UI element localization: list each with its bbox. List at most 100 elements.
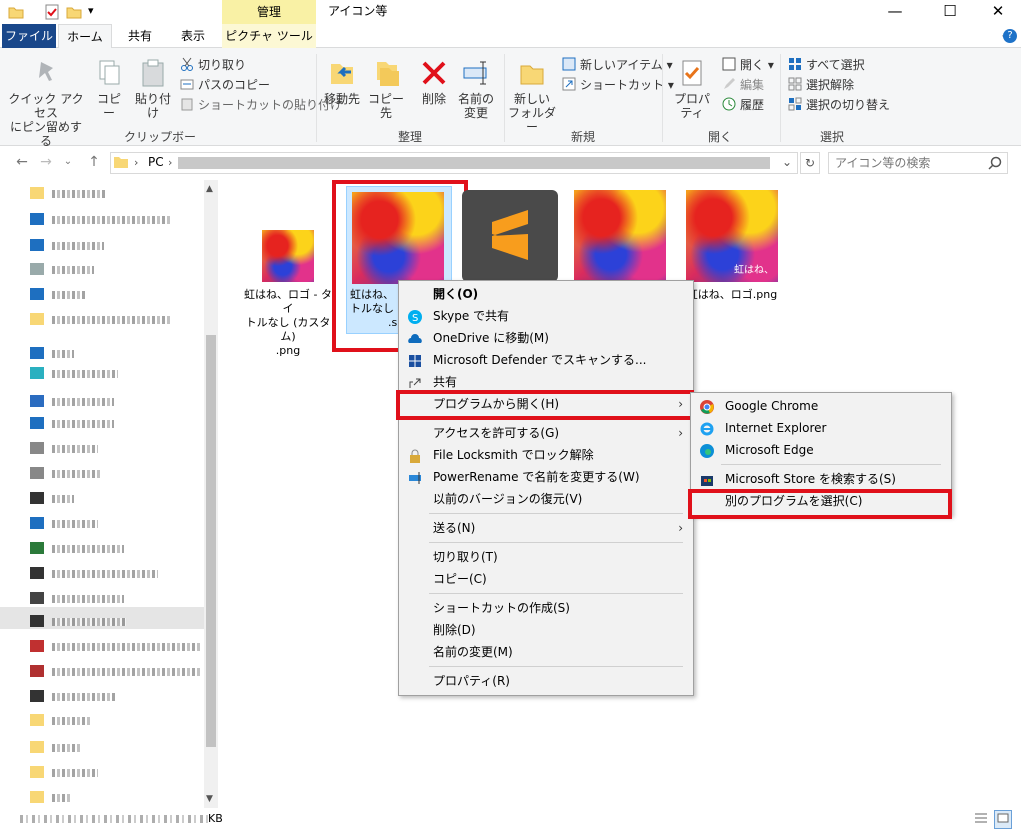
file-item[interactable]: 虹はね、ロゴ - タイ トルなし (カスタム) .png	[244, 230, 332, 358]
copy-path-label: パスのコピー	[198, 77, 271, 92]
up-arrow-icon[interactable]: ↑	[84, 152, 104, 172]
move-to-button[interactable]: 移動先	[322, 58, 362, 106]
menu-cut[interactable]: 切り取り(T)	[399, 546, 693, 568]
new-folder-quick-icon[interactable]	[66, 4, 82, 20]
menu-rename[interactable]: 名前の変更(M)	[399, 641, 693, 663]
paste-button[interactable]: 貼り付け	[130, 58, 176, 120]
edit-button[interactable]: 編集	[722, 74, 774, 94]
nav-item-label-redacted	[52, 769, 98, 777]
copy-label: コピー	[96, 92, 121, 120]
recent-locations-icon[interactable]: ⌄	[58, 152, 78, 172]
menu-separator	[429, 513, 683, 514]
open-small-buttons: 開く ▾ 編集 履歴	[722, 54, 774, 114]
image-thumbnail[interactable]	[574, 190, 666, 282]
nav-item-icon	[30, 395, 44, 407]
nav-scroll-thumb[interactable]	[206, 335, 216, 747]
menu-file-locksmith[interactable]: File Locksmith でロック解除	[399, 444, 693, 466]
nav-item-label-redacted	[52, 291, 86, 299]
menu-skype-share[interactable]: S Skype で共有	[399, 305, 693, 327]
menu-send-to[interactable]: 送る(N) ›	[399, 517, 693, 539]
tab-share[interactable]: 共有	[116, 24, 164, 48]
menu-properties[interactable]: プロパティ(R)	[399, 670, 693, 692]
submenu-edge[interactable]: Microsoft Edge	[691, 439, 951, 461]
highlight-box-choose-program	[688, 489, 952, 519]
maximize-button[interactable]: ☐	[927, 0, 973, 24]
new-folder-button[interactable]: 新しい フォルダー	[508, 58, 556, 134]
tab-picture-tools[interactable]: ピクチャ ツール	[222, 24, 316, 48]
nav-item-label-redacted	[52, 370, 118, 378]
shortcut-button[interactable]: ショートカット ▾	[562, 74, 674, 94]
submenu-chrome[interactable]: Google Chrome	[691, 395, 951, 417]
copy-path-button[interactable]: パスのコピー	[180, 74, 342, 94]
scroll-down-icon[interactable]: ▼	[206, 794, 213, 804]
select-none-label: 選択解除	[806, 77, 855, 92]
select-none-button[interactable]: 選択解除	[788, 74, 890, 94]
paste-icon	[138, 58, 168, 88]
address-dropdown-icon[interactable]: ⌄	[782, 155, 792, 169]
nav-item-icon	[30, 213, 44, 225]
menu-copy[interactable]: コピー(C)	[399, 568, 693, 590]
delete-button[interactable]: 削除	[416, 58, 452, 106]
menu-defender-scan[interactable]: Microsoft Defender でスキャンする...	[399, 349, 693, 371]
manage-contextual-tab[interactable]: 管理	[222, 0, 316, 24]
new-item-button[interactable]: 新しいアイテム ▾	[562, 54, 674, 74]
close-button[interactable]: ✕	[975, 0, 1021, 24]
status-redacted	[20, 815, 210, 823]
tab-home[interactable]: ホーム	[58, 24, 112, 49]
breadcrumb-pc[interactable]: PC	[148, 155, 164, 169]
history-button[interactable]: 履歴	[722, 94, 774, 114]
menu-separator	[721, 464, 941, 465]
submenu-ie[interactable]: Internet Explorer	[691, 417, 951, 439]
breadcrumb-chevron-icon[interactable]: ›	[134, 156, 138, 169]
pin-quick-access-button[interactable]: クイック アクセス にピン留めする	[6, 58, 86, 148]
rename-icon	[461, 58, 491, 88]
customize-quick-access-icon[interactable]: ▾	[88, 4, 94, 17]
new-small-buttons: 新しいアイテム ▾ ショートカット ▾	[562, 54, 674, 94]
tab-file[interactable]: ファイル	[2, 24, 56, 48]
large-icons-view-icon[interactable]	[994, 810, 1012, 829]
cut-button[interactable]: 切り取り	[180, 54, 342, 74]
copy-to-button[interactable]: コピー先	[364, 58, 408, 120]
help-icon[interactable]: ?	[1003, 29, 1017, 43]
menu-give-access[interactable]: アクセスを許可する(G) ›	[399, 422, 693, 444]
group-divider	[662, 54, 663, 142]
menu-restore-versions[interactable]: 以前のバージョンの復元(V)	[399, 488, 693, 510]
delete-label: 削除	[421, 92, 446, 106]
nav-item-icon	[30, 791, 44, 803]
menu-onedrive-move[interactable]: OneDrive に移動(M)	[399, 327, 693, 349]
menu-create-shortcut[interactable]: ショートカットの作成(S)	[399, 597, 693, 619]
select-all-button[interactable]: すべて選択	[788, 54, 890, 74]
breadcrumb-chevron-icon[interactable]: ›	[168, 156, 172, 169]
nav-item-icon	[30, 239, 44, 251]
nav-item-icon	[30, 615, 44, 627]
tab-view[interactable]: 表示	[170, 24, 216, 48]
copy-button[interactable]: コピー	[92, 58, 126, 120]
rename-button[interactable]: 名前の 変更	[456, 58, 496, 120]
search-input[interactable]: アイコン等の検索	[828, 152, 1008, 174]
internet-explorer-icon	[700, 421, 714, 436]
menu-delete[interactable]: 削除(D)	[399, 619, 693, 641]
properties-button[interactable]: プロパティ	[668, 58, 716, 120]
details-view-icon[interactable]	[974, 812, 988, 827]
paste-shortcut-button[interactable]: ショートカットの貼り付け	[180, 94, 342, 114]
forward-arrow-icon[interactable]: →	[36, 152, 56, 172]
nav-item-icon	[30, 288, 44, 300]
submenu-store[interactable]: Microsoft Store を検索する(S)	[691, 468, 951, 490]
scroll-up-icon[interactable]: ▲	[206, 184, 213, 194]
refresh-icon[interactable]: ↻	[800, 152, 820, 174]
defender-shield-icon	[408, 353, 422, 367]
file-item[interactable]: 虹はね、 虹はね、ロゴ.png	[684, 190, 780, 302]
menu-powerrename[interactable]: PowerRename で名前を変更する(W)	[399, 466, 693, 488]
invert-selection-button[interactable]: 選択の切り替え	[788, 94, 890, 114]
new-item-label: 新しいアイテム ▾	[580, 57, 673, 72]
back-arrow-icon[interactable]: ←	[12, 152, 32, 172]
sublime-text-thumbnail[interactable]	[462, 190, 558, 282]
shortcut-icon	[562, 77, 576, 91]
copy-icon	[94, 58, 124, 88]
minimize-button[interactable]: —	[872, 0, 918, 24]
file-name-line: 虹はね、ロゴ - タイ	[244, 288, 332, 315]
nav-item-label-redacted	[52, 242, 104, 250]
open-button[interactable]: 開く ▾	[722, 54, 774, 74]
menu-open[interactable]: 開く(O)	[399, 283, 693, 305]
properties-quick-icon[interactable]	[44, 4, 60, 20]
